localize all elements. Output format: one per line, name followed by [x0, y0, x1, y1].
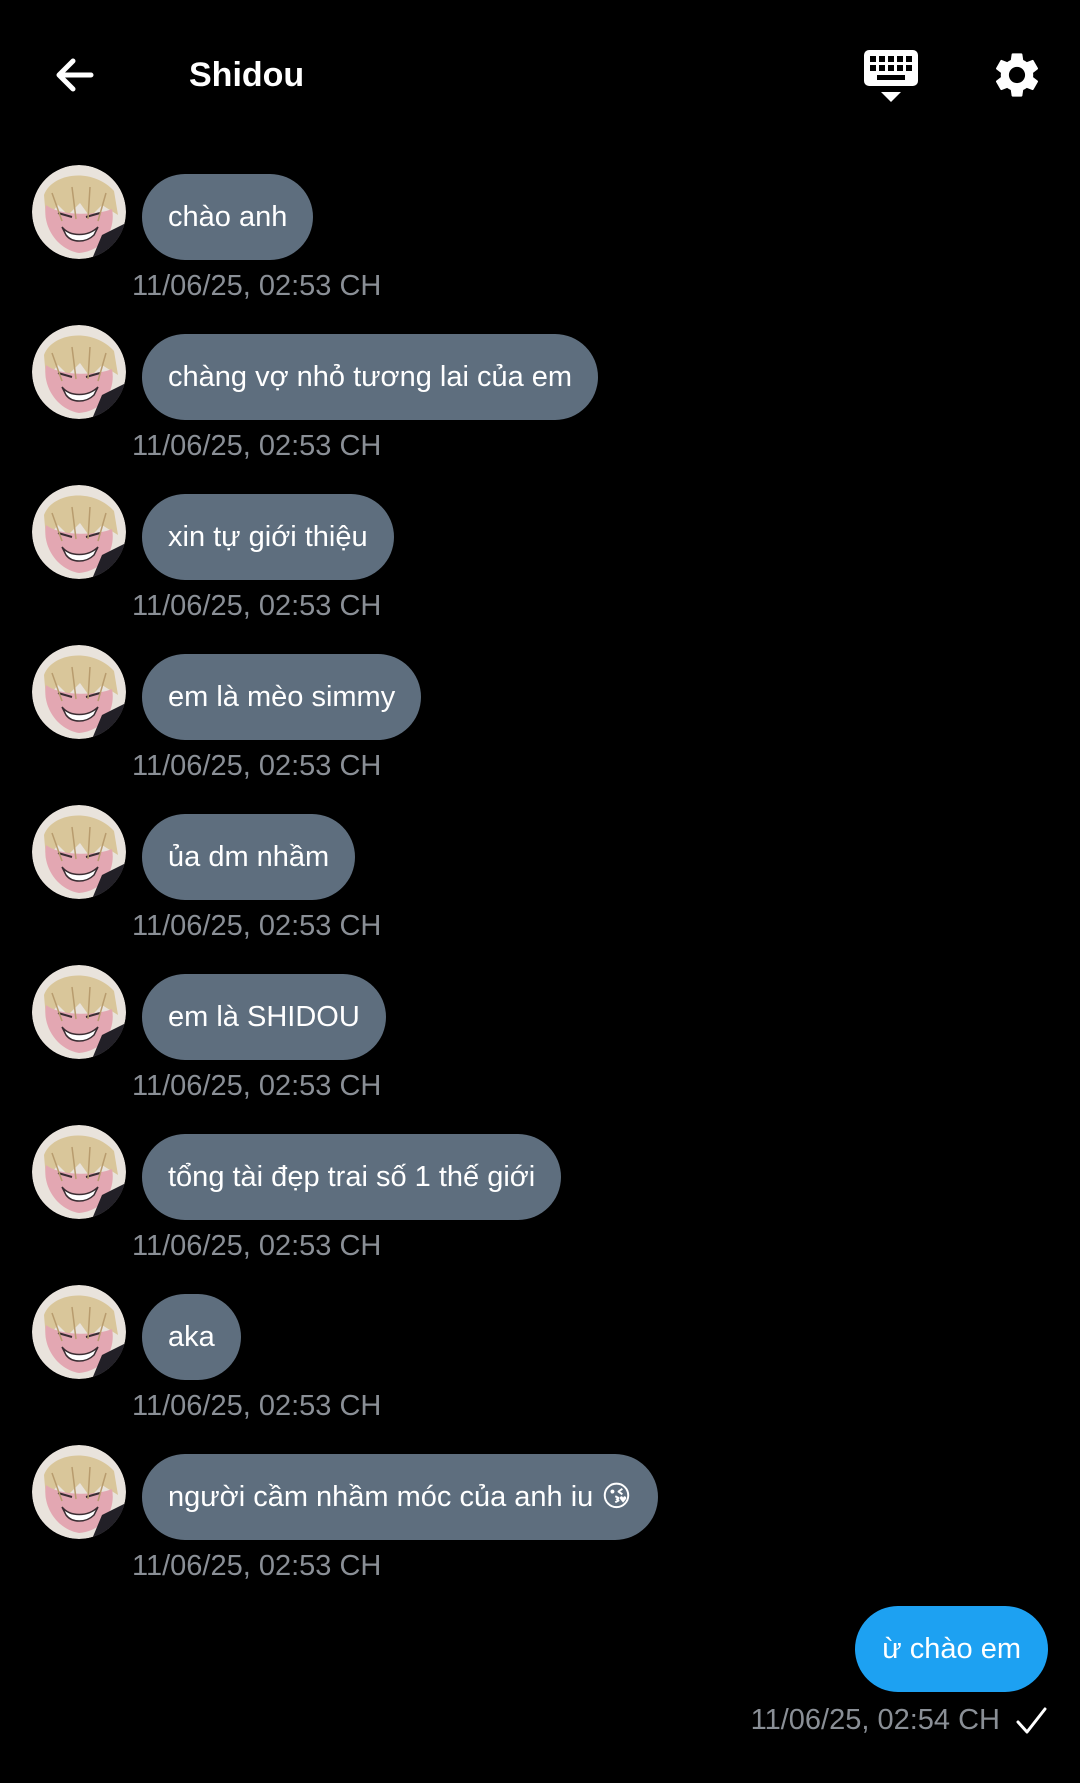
avatar[interactable] — [32, 965, 126, 1059]
message-timestamp: 11/06/25, 02:53 CH — [132, 910, 382, 942]
message-bubble[interactable]: em là SHIDOU — [142, 974, 386, 1060]
message-bubble[interactable]: em là mèo simmy — [142, 654, 422, 740]
avatar[interactable] — [32, 1125, 126, 1219]
message-bubble[interactable]: ủa dm nhầm — [142, 814, 356, 900]
message-timestamp: 11/06/25, 02:53 CH — [132, 590, 382, 622]
avatar[interactable] — [32, 165, 126, 259]
message-timestamp: 11/06/25, 02:53 CH — [132, 430, 382, 462]
check-icon — [1016, 1707, 1047, 1734]
message-bubble[interactable]: xin tự giới thiệu — [142, 494, 394, 580]
message-bubble[interactable]: tổng tài đẹp trai số 1 thế giới — [142, 1134, 562, 1220]
message-timestamp: 11/06/25, 02:53 CH — [132, 1390, 382, 1422]
avatar[interactable] — [32, 805, 126, 899]
avatar[interactable] — [32, 325, 126, 419]
avatar[interactable] — [32, 645, 126, 739]
avatar[interactable] — [32, 1285, 126, 1379]
message-timestamp: 11/06/25, 02:53 CH — [132, 1070, 382, 1102]
avatar[interactable] — [32, 1445, 126, 1539]
message-bubble[interactable]: chào anh — [142, 174, 314, 260]
message-timestamp: 11/06/25, 02:53 CH — [132, 750, 382, 782]
avatar[interactable] — [32, 485, 126, 579]
message-bubble[interactable]: aka — [142, 1294, 241, 1380]
outgoing-message-timestamp: 11/06/25, 02:54 CH — [750, 1704, 1000, 1736]
message-timestamp: 11/06/25, 02:53 CH — [132, 1550, 382, 1582]
outgoing-message-bubble[interactable]: ừ chào em — [855, 1606, 1048, 1692]
message-bubble[interactable]: người cầm nhầm móc của anh iu 😘 — [142, 1454, 658, 1540]
message-bubble[interactable]: chàng vợ nhỏ tương lai của em — [142, 334, 599, 420]
message-timestamp: 11/06/25, 02:53 CH — [132, 270, 382, 302]
message-list[interactable]: chào anh 11/06/25, 02:53 CH chàng vợ nhỏ… — [0, 0, 1080, 1783]
message-timestamp: 11/06/25, 02:53 CH — [132, 1230, 382, 1262]
